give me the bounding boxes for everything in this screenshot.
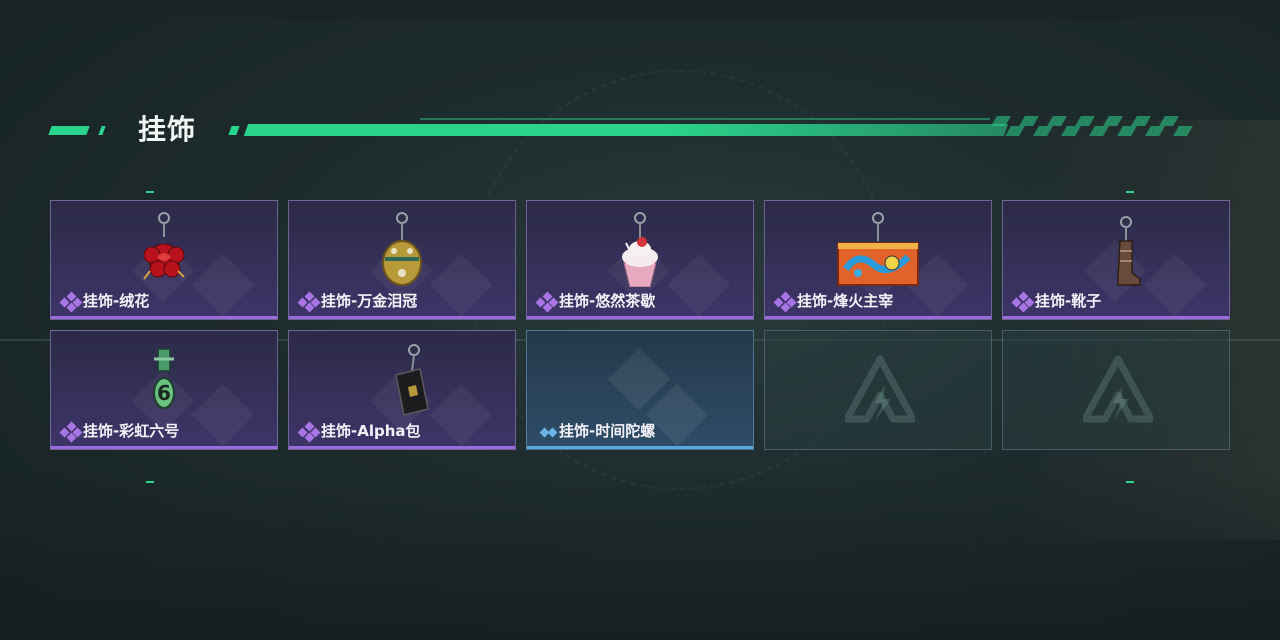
charm-name: 挂饰-悠然茶歇 [559,292,656,310]
rarity-bar [527,446,753,449]
rarity-bar [289,316,515,319]
charm-card-spinning-top[interactable]: 挂饰-时间陀螺 [526,330,754,450]
charm-card-rose[interactable]: 挂饰-绒花 [50,200,278,320]
rarity-icon [59,291,83,313]
rarity-bar [51,316,277,319]
rarity-icon [59,421,83,443]
charm-card-alpha-bag[interactable]: 挂饰-Alpha包 [288,330,516,450]
rarity-icon [537,423,558,441]
corner-tick [1126,191,1134,193]
svg-text:6: 6 [157,381,171,405]
charm-name: 挂饰-Alpha包 [321,422,421,440]
background-floor [0,470,1280,640]
rarity-bar [527,316,753,319]
rarity-bar [289,446,515,449]
charm-name: 挂饰-彩虹六号 [83,422,180,440]
header-checker-pattern [990,116,1200,136]
charm-card-rainbow-six[interactable]: 6 挂饰-彩虹六号 [50,330,278,450]
top-band [0,0,1280,20]
header-accent-tick [228,126,240,135]
rainbow-six-charm-icon: 6 [153,348,175,409]
rose-charm-icon [143,212,185,280]
cupcake-charm-icon [622,212,658,287]
rarity-icon [1011,291,1035,313]
boot-charm-icon [1117,216,1141,286]
header-progress-line [243,124,1009,136]
corner-tick [1126,481,1134,483]
alpha-bag-charm-icon [395,344,429,416]
charm-card-crown[interactable]: 挂饰-万金泪冠 [288,200,516,320]
charm-card-banner[interactable]: 挂饰-烽火主宰 [764,200,992,320]
game-logo-icon [1083,355,1153,423]
charm-name: 挂饰-烽火主宰 [797,292,894,310]
rarity-icon [297,291,321,313]
rarity-bar [765,316,991,319]
charm-name: 挂饰-绒花 [83,292,150,310]
rarity-icon [773,291,797,313]
corner-tick [146,191,154,193]
charm-card-boot[interactable]: 挂饰-靴子 [1002,200,1230,320]
rarity-bar [1003,316,1229,319]
charm-name: 挂饰-万金泪冠 [321,292,418,310]
banner-charm-icon [837,212,919,286]
crown-charm-icon [382,212,422,286]
header-accent-tick [98,126,106,135]
rarity-icon [297,421,321,443]
game-logo-icon [845,355,915,423]
empty-slot [764,330,992,450]
corner-tick [146,481,154,483]
section-title: 挂饰 [138,113,197,146]
charm-card-cupcake[interactable]: 挂饰-悠然茶歇 [526,200,754,320]
empty-slot [1002,330,1230,450]
header-accent-bar [48,126,90,135]
charm-name: 挂饰-时间陀螺 [559,422,656,440]
rarity-bar [51,446,277,449]
header-thin-line [420,118,990,120]
charm-name: 挂饰-靴子 [1035,292,1102,310]
rarity-icon [535,291,559,313]
